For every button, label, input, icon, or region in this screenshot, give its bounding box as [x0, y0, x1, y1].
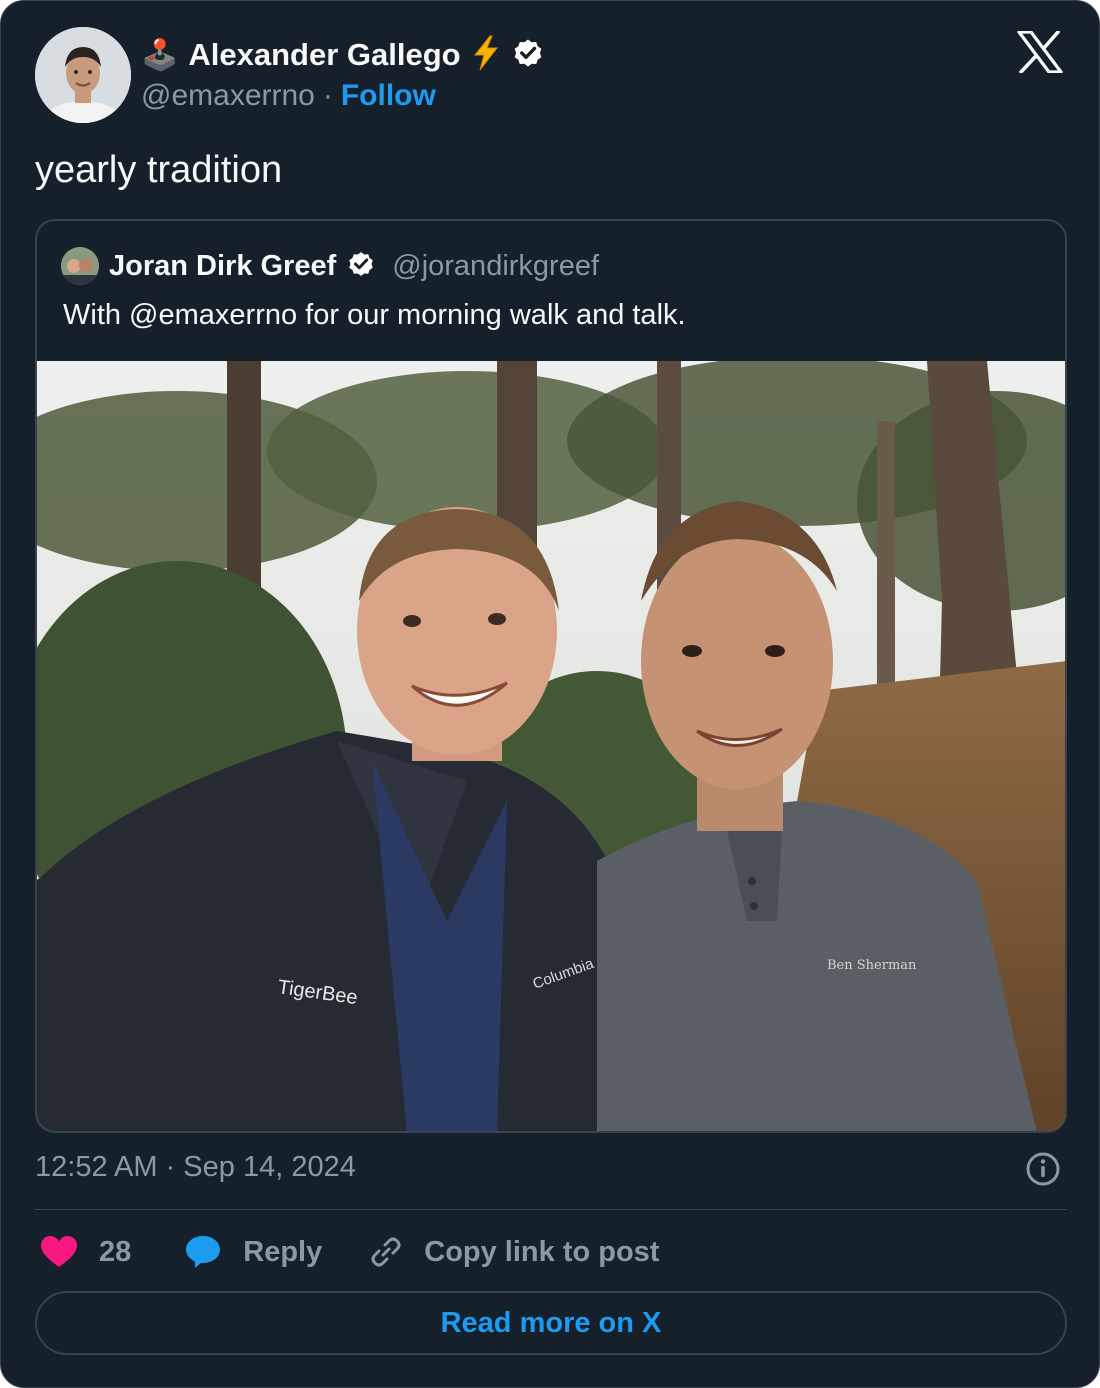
divider	[35, 1209, 1067, 1210]
svg-text:Ben Sherman: Ben Sherman	[827, 958, 917, 973]
quoted-author-avatar[interactable]	[61, 247, 99, 285]
speech-bubble-icon	[185, 1235, 221, 1269]
reply-button[interactable]: Reply	[185, 1235, 322, 1269]
like-count: 28	[99, 1235, 132, 1268]
author-handle[interactable]: @emaxerrno	[141, 79, 315, 113]
author-avatar[interactable]	[35, 27, 131, 123]
copy-link-button[interactable]: Copy link to post	[368, 1234, 659, 1270]
copy-link-label: Copy link to post	[424, 1235, 660, 1268]
info-icon[interactable]	[1025, 1151, 1061, 1187]
post-timestamp[interactable]: 12:52 AM · Sep 14, 2024	[35, 1151, 356, 1184]
action-bar: 28 Reply Copy link to post	[41, 1227, 709, 1277]
heart-icon	[41, 1236, 77, 1268]
quoted-author-handle[interactable]: @jorandirkgreef	[392, 250, 599, 283]
embedded-post-card: 🕹️ Alexander Gallego @emaxerrno · Follow…	[0, 0, 1100, 1388]
reply-label: Reply	[243, 1235, 323, 1268]
post-text: yearly tradition	[35, 149, 283, 191]
quoted-post[interactable]: Joran Dirk Greef @jorandirkgreef With @e…	[35, 219, 1067, 1133]
quoted-author-row: Joran Dirk Greef @jorandirkgreef	[61, 247, 599, 285]
verified-badge-icon	[346, 249, 376, 284]
author-name-row: 🕹️ Alexander Gallego	[141, 33, 545, 77]
separator-dot: ·	[322, 79, 333, 112]
verified-badge-icon	[511, 36, 545, 75]
read-more-button[interactable]: Read more on X	[35, 1291, 1067, 1355]
quoted-author-name[interactable]: Joran Dirk Greef	[109, 250, 336, 283]
follow-button[interactable]: Follow	[341, 79, 436, 113]
quoted-post-text: With @emaxerrno for our morning walk and…	[63, 299, 686, 331]
author-name[interactable]: Alexander Gallego	[188, 37, 460, 73]
joystick-emoji: 🕹️	[141, 38, 179, 72]
x-logo-icon[interactable]	[1017, 30, 1063, 74]
like-button[interactable]: 28	[41, 1236, 131, 1269]
link-icon	[368, 1234, 404, 1270]
lightning-emoji	[471, 35, 501, 76]
author-handle-row: @emaxerrno · Follow	[141, 79, 436, 113]
quoted-post-photo[interactable]: TigerBee Columbia Ben Sherman	[37, 361, 1065, 1131]
